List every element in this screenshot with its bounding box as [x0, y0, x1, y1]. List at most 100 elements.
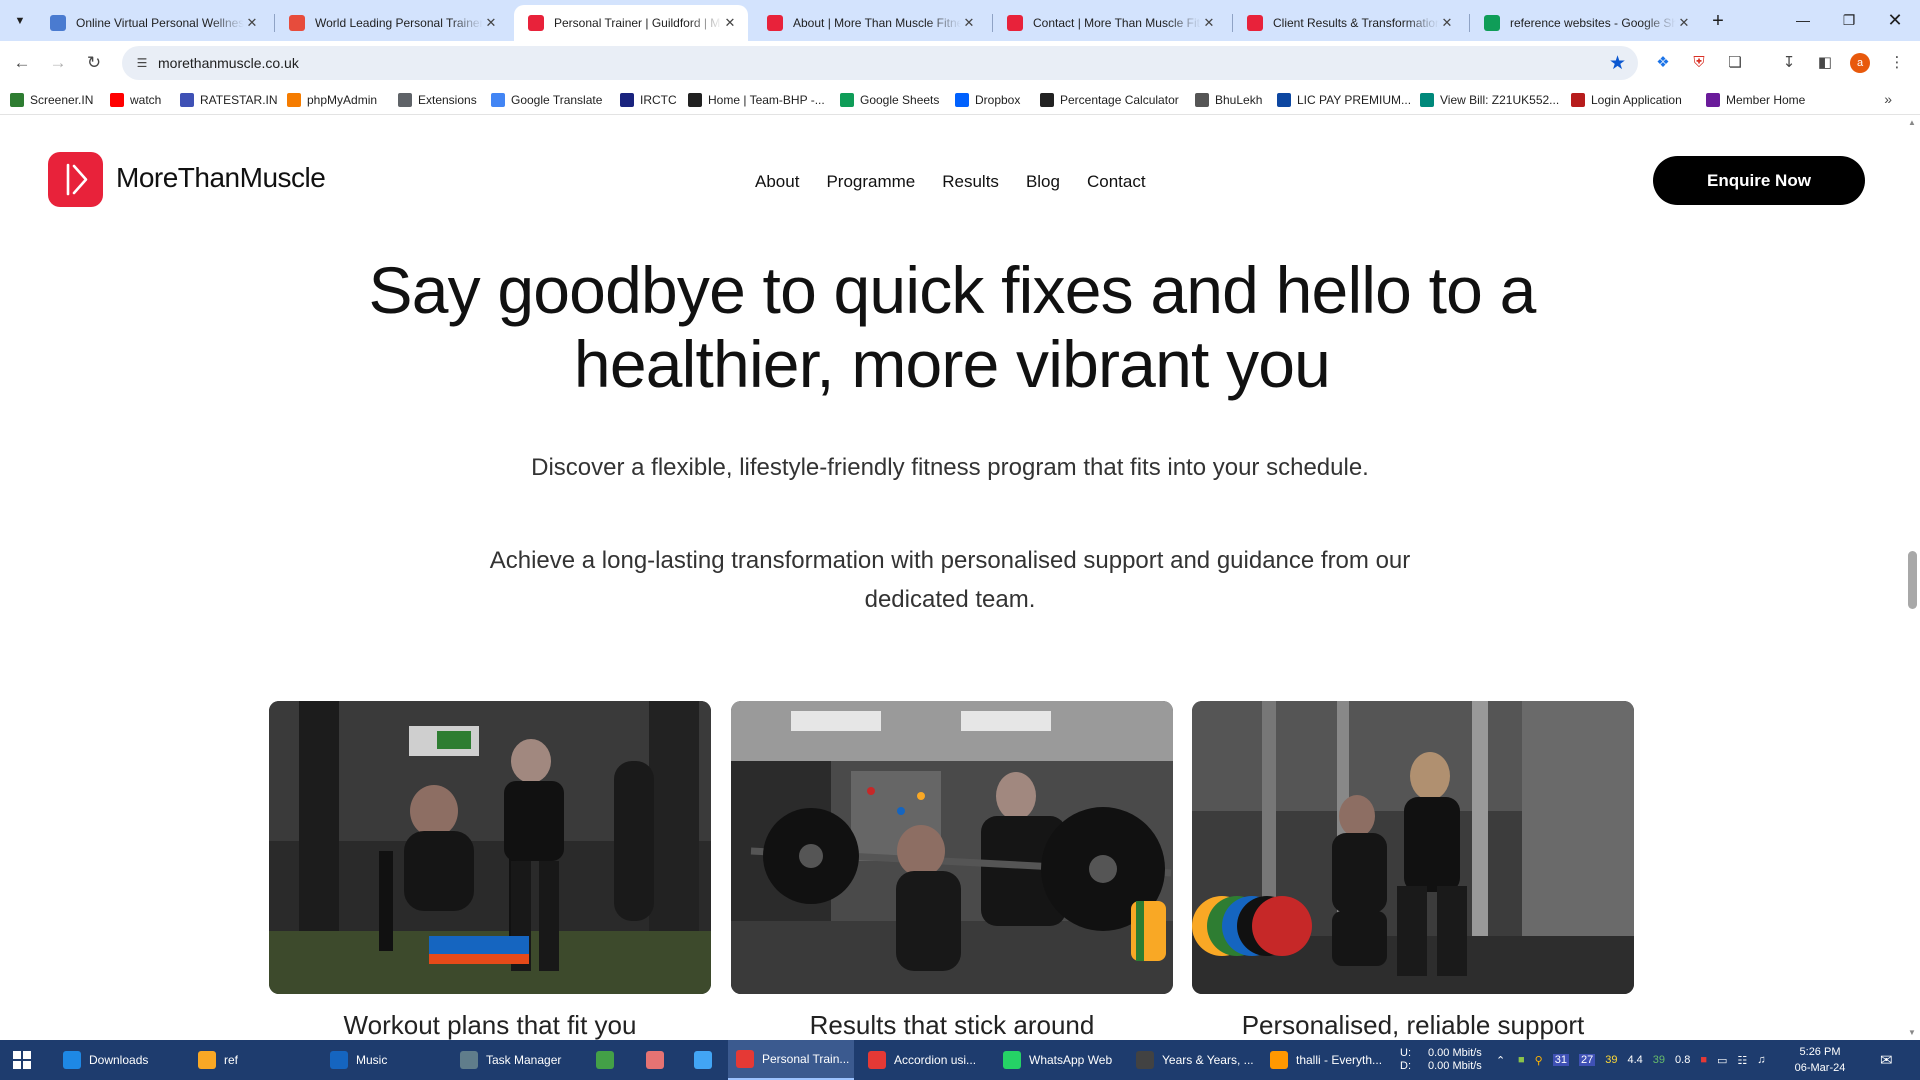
tab-close-icon[interactable]: ✕: [1439, 15, 1455, 31]
tab-title: Contact | More Than Muscle Fit: [1033, 16, 1200, 30]
tab-close-icon[interactable]: ✕: [961, 15, 977, 31]
taskbar-app[interactable]: WhatsApp Web: [995, 1040, 1123, 1080]
url-text[interactable]: morethanmuscle.co.uk: [158, 55, 299, 71]
notifications-icon[interactable]: ✉: [1880, 1040, 1893, 1080]
nav-about[interactable]: About: [755, 172, 799, 192]
bookmark-item[interactable]: LIC PAY PREMIUM...: [1277, 91, 1411, 109]
bookmark-item[interactable]: Extensions: [398, 91, 477, 109]
taskbar-app-label: Task Manager: [486, 1053, 562, 1067]
tray-chevron-icon[interactable]: ⌃: [1496, 1040, 1505, 1080]
tab-search-chevron-icon[interactable]: ▼: [8, 9, 32, 33]
minimize-button[interactable]: —: [1780, 8, 1826, 32]
tray-network-icon[interactable]: ☷: [1737, 1054, 1747, 1067]
taskbar-app[interactable]: thalli - Everyth...: [1262, 1040, 1390, 1080]
taskbar-app[interactable]: [686, 1040, 726, 1080]
shield-extension-icon[interactable]: ⛨: [1686, 50, 1712, 76]
tab-close-icon[interactable]: ✕: [1201, 15, 1217, 31]
taskbar-app[interactable]: Accordion usi...: [860, 1040, 990, 1080]
taskbar-app[interactable]: Downloads: [55, 1040, 185, 1080]
bookmark-star-icon[interactable]: ★: [1609, 52, 1626, 75]
windows-start-icon[interactable]: [13, 1051, 31, 1069]
bookmarks-overflow-icon[interactable]: »: [1884, 91, 1892, 107]
restore-button[interactable]: ❐: [1826, 8, 1872, 32]
browser-tab[interactable]: Client Results & Transformation ✕: [1233, 5, 1465, 41]
scrollbar-thumb[interactable]: [1908, 551, 1917, 609]
page-scrollbar[interactable]: ▲ ▼: [1904, 116, 1920, 1040]
logo-text[interactable]: MoreThanMuscle: [116, 162, 326, 194]
nav-blog[interactable]: Blog: [1026, 172, 1060, 192]
taskbar-app[interactable]: ref: [190, 1040, 316, 1080]
bookmark-label: watch: [130, 93, 162, 107]
taskbar-app[interactable]: Personal Train...: [728, 1040, 854, 1080]
bookmark-item[interactable]: Google Sheets: [840, 91, 939, 109]
browser-tab[interactable]: Personal Trainer | Guildford | M ✕: [514, 5, 748, 41]
tray-number-1: 39: [1605, 1054, 1618, 1066]
extension-icon[interactable]: ❖: [1650, 50, 1676, 76]
browser-tab[interactable]: World Leading Personal Trainer ✕: [275, 5, 509, 41]
close-window-button[interactable]: ✕: [1872, 8, 1918, 32]
tab-close-icon[interactable]: ✕: [244, 15, 260, 31]
bookmark-item[interactable]: Screener.IN: [10, 91, 93, 109]
taskbar-app-icon: [646, 1051, 664, 1069]
downloads-icon[interactable]: ↧: [1776, 50, 1802, 76]
tray-battery-icon[interactable]: ▭: [1717, 1054, 1727, 1067]
browser-tab[interactable]: Contact | More Than Muscle Fit ✕: [993, 5, 1227, 41]
scroll-up-arrow-icon[interactable]: ▲: [1908, 118, 1916, 127]
card-caption-support: Personalised, reliable support: [1241, 1010, 1585, 1040]
tray-calendar2-icon[interactable]: 27: [1578, 1054, 1596, 1066]
browser-tab[interactable]: Online Virtual Personal Wellness ✕: [36, 5, 270, 41]
forward-button[interactable]: →: [44, 49, 72, 77]
menu-kebab-icon[interactable]: ⋮: [1884, 50, 1910, 76]
net-up-value: 0.00 Mbit/s: [1428, 1047, 1482, 1059]
tab-close-icon[interactable]: ✕: [483, 15, 499, 31]
bookmark-favicon-icon: [180, 93, 194, 107]
taskbar-clock[interactable]: 5:26 PM 06-Mar-24: [1786, 1044, 1854, 1076]
page-viewport: MoreThanMuscle About Programme Results B…: [0, 116, 1920, 1040]
taskbar-app[interactable]: Task Manager: [452, 1040, 582, 1080]
bookmark-item[interactable]: watch: [110, 91, 161, 109]
tab-close-icon[interactable]: ✕: [722, 15, 738, 31]
bookmark-favicon-icon: [688, 93, 702, 107]
extensions-puzzle-icon[interactable]: ❏: [1722, 50, 1748, 76]
bookmark-item[interactable]: RATESTAR.IN: [180, 91, 278, 109]
card-caption-results: Results that stick around: [809, 1010, 1095, 1040]
bookmark-item[interactable]: View Bill: Z21UK552...: [1420, 91, 1559, 109]
nav-results[interactable]: Results: [942, 172, 999, 192]
scroll-down-arrow-icon[interactable]: ▼: [1908, 1028, 1916, 1037]
bookmark-item[interactable]: Home | Team-BHP -...: [688, 91, 825, 109]
bookmark-item[interactable]: Dropbox: [955, 91, 1020, 109]
new-tab-button[interactable]: +: [1704, 8, 1732, 36]
bookmark-item[interactable]: phpMyAdmin: [287, 91, 377, 109]
logo-icon[interactable]: [48, 152, 103, 207]
profile-avatar[interactable]: a: [1850, 53, 1870, 73]
taskbar-app[interactable]: [638, 1040, 678, 1080]
bookmark-item[interactable]: Login Application: [1571, 91, 1682, 109]
bookmark-item[interactable]: Member Home: [1706, 91, 1805, 109]
tray-calendar-icon[interactable]: 31: [1552, 1054, 1569, 1066]
bookmark-item[interactable]: IRCTC: [620, 91, 677, 109]
taskbar-app-label: Music: [356, 1053, 388, 1067]
nav-programme[interactable]: Programme: [826, 172, 915, 192]
address-bar[interactable]: ☰ morethanmuscle.co.uk ★: [122, 46, 1638, 80]
tray-search-icon[interactable]: ⚲: [1535, 1054, 1543, 1067]
tray-volume-icon[interactable]: ♫: [1757, 1054, 1765, 1066]
bookmark-favicon-icon: [955, 93, 969, 107]
taskbar-app[interactable]: Years & Years, ...: [1128, 1040, 1258, 1080]
browser-tab[interactable]: About | More Than Muscle Fitne ✕: [753, 5, 987, 41]
side-panel-icon[interactable]: ◧: [1812, 50, 1838, 76]
bookmark-label: View Bill: Z21UK552...: [1440, 93, 1560, 107]
tab-close-icon[interactable]: ✕: [1676, 15, 1692, 31]
browser-tab[interactable]: reference websites - Google Sh ✕: [1470, 5, 1702, 41]
tray-app-icon[interactable]: ■: [1518, 1054, 1525, 1066]
enquire-now-button[interactable]: Enquire Now: [1653, 156, 1865, 205]
bookmark-item[interactable]: BhuLekh: [1195, 91, 1262, 109]
bookmark-item[interactable]: Percentage Calculator: [1040, 91, 1179, 109]
reload-button[interactable]: ↻: [80, 49, 108, 77]
taskbar-app[interactable]: [588, 1040, 628, 1080]
nav-contact[interactable]: Contact: [1087, 172, 1146, 192]
site-info-icon[interactable]: ☰: [134, 55, 150, 71]
taskbar-app[interactable]: Music: [322, 1040, 447, 1080]
bookmark-item[interactable]: Google Translate: [491, 91, 602, 109]
back-button[interactable]: ←: [8, 49, 36, 77]
tray-antivirus-icon[interactable]: ■: [1700, 1054, 1707, 1066]
